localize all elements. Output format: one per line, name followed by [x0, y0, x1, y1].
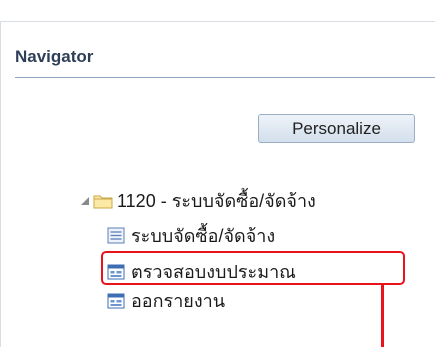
- form-window-icon: [107, 263, 127, 281]
- expanded-triangle-icon[interactable]: [78, 192, 92, 210]
- tree-root-node[interactable]: 1120 - ระบบจัดซื้อ/จัดจ้าง: [78, 186, 316, 215]
- title-divider: [15, 77, 435, 78]
- page: Navigator Personalize 1120 - ระบบจัดซื้อ…: [0, 0, 435, 347]
- highlight-pointer-line: [381, 285, 384, 347]
- tree-item-label: ระบบจัดซื้อ/จัดจ้าง: [131, 226, 276, 246]
- tree-item-procurement-system[interactable]: ระบบจัดซื้อ/จัดจ้าง: [107, 221, 275, 250]
- tree-root-label: 1120 - ระบบจัดซื้อ/จัดจ้าง: [117, 191, 316, 211]
- tree-item-reports[interactable]: ออกรายงาน: [107, 286, 225, 315]
- folder-icon: [93, 192, 113, 210]
- tree-item-label: ตรวจสอบงบประมาณ: [131, 262, 296, 282]
- personalize-button[interactable]: Personalize: [258, 114, 415, 143]
- tree-item-budget-check[interactable]: ตรวจสอบงบประมาณ: [107, 257, 296, 286]
- navigator-title: Navigator: [15, 47, 94, 66]
- form-window-icon: [107, 292, 127, 310]
- document-list-icon: [107, 227, 127, 245]
- tree-item-label: ออกรายงาน: [131, 291, 226, 311]
